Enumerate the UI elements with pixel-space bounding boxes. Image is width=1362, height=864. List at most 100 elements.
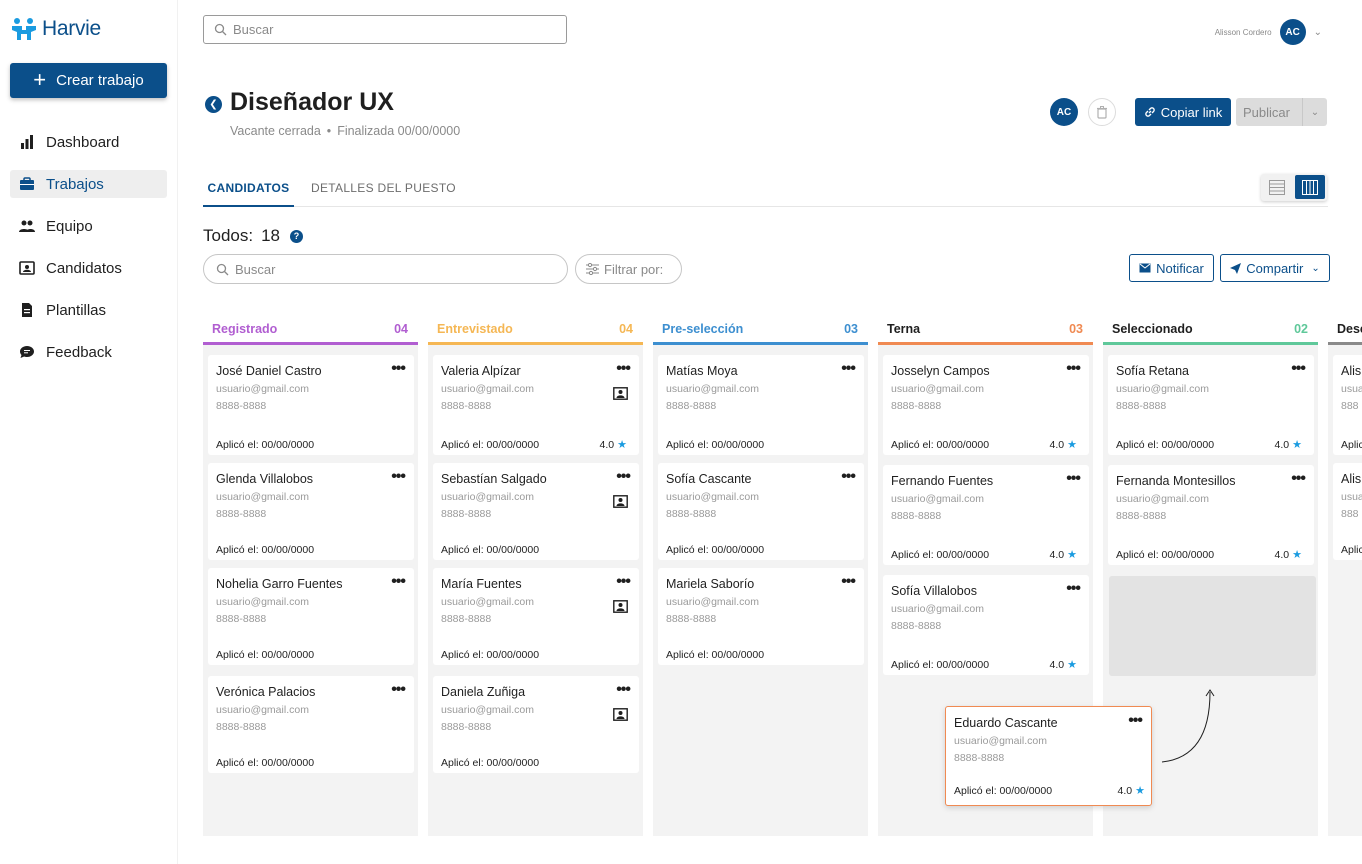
candidate-card[interactable]: Sofía Villalobos ••• usuario@gmail.com 8888… — [883, 575, 1089, 675]
candidate-phone: 8888-8888 — [441, 721, 492, 733]
board-view-button[interactable] — [1295, 175, 1325, 199]
candidate-email: usuario@gmail.com — [1116, 383, 1209, 395]
candidate-phone: 8888-8888 — [1116, 400, 1167, 412]
column-header[interactable]: Registrado 04 — [203, 313, 418, 345]
column-header[interactable]: Pre-selección 03 — [653, 313, 868, 345]
candidate-card[interactable]: Glenda Villalobos ••• usuario@gmail.com 888… — [208, 463, 414, 560]
more-options-icon[interactable]: ••• — [391, 468, 406, 486]
candidate-email: usuario@gmail.com — [954, 735, 1047, 747]
candidate-email: usuario@gmail.com — [891, 603, 984, 615]
sidebar-item-trabajos[interactable]: Trabajos — [10, 170, 167, 198]
more-options-icon[interactable]: ••• — [1291, 360, 1306, 378]
more-options-icon[interactable]: ••• — [616, 681, 631, 699]
more-options-icon[interactable]: ••• — [1066, 580, 1081, 598]
more-options-icon[interactable]: ••• — [616, 573, 631, 591]
more-options-icon[interactable]: ••• — [616, 468, 631, 486]
more-options-icon[interactable]: ••• — [1066, 360, 1081, 378]
candidate-card[interactable]: Matías Moya ••• usuario@gmail.com 8888-8888… — [658, 355, 864, 455]
candidate-card[interactable]: Sofía Retana ••• usuario@gmail.com 8888-888… — [1108, 355, 1314, 455]
tab-candidatos[interactable]: CANDIDATOS — [203, 176, 294, 207]
more-options-icon[interactable]: ••• — [1291, 470, 1306, 488]
more-options-icon[interactable]: ••• — [391, 681, 406, 699]
resume-icon[interactable] — [613, 600, 628, 613]
candidate-card[interactable]: Alis•••usua888Aplic — [1333, 463, 1362, 560]
chevron-down-icon[interactable]: ⌄ — [1303, 107, 1327, 118]
list-view-icon[interactable] — [1269, 180, 1285, 195]
candidate-phone: 8888-8888 — [441, 400, 492, 412]
help-icon[interactable]: ? — [290, 229, 304, 243]
column-header[interactable]: Entrevistado 04 — [428, 313, 643, 345]
column-count: 02 — [1294, 322, 1308, 336]
candidate-card[interactable]: Valeria Alpízar ••• usuario@gmail.com 8888-… — [433, 355, 639, 455]
sidebar-item-feedback[interactable]: Feedback — [10, 338, 167, 366]
candidate-card[interactable]: Fernanda Montesillos ••• usuario@gmail.com… — [1108, 465, 1314, 565]
candidate-applied-date: Aplicó el: 00/00/0000 — [891, 659, 990, 671]
create-job-button[interactable]: + Crear trabajo — [10, 63, 167, 98]
copy-link-button[interactable]: Copiar link — [1135, 98, 1231, 126]
user-name: Alisson Cordero — [1214, 27, 1272, 37]
more-options-icon[interactable]: ••• — [1066, 470, 1081, 488]
sidebar-item-dashboard[interactable]: Dashboard — [10, 128, 167, 156]
candidate-card[interactable]: Josselyn Campos ••• usuario@gmail.com 8888-… — [883, 355, 1089, 455]
count-label: Todos: — [203, 226, 254, 245]
sidebar-item-equipo[interactable]: Equipo — [10, 212, 167, 240]
candidate-card[interactable]: Mariela Saborío ••• usuario@gmail.com 8888-… — [658, 568, 864, 665]
resume-icon[interactable] — [613, 387, 628, 400]
tab-detalles[interactable]: DETALLES DEL PUESTO — [311, 176, 456, 207]
more-options-icon[interactable]: ••• — [1128, 712, 1143, 730]
search-placeholder: Buscar — [233, 22, 274, 37]
candidate-card[interactable]: María Fuentes ••• usuario@gmail.com 8888-88… — [433, 568, 639, 665]
sidebar-item-plantillas[interactable]: Plantillas — [10, 296, 167, 324]
resume-icon[interactable] — [613, 708, 628, 721]
candidate-rating: 4.0 ★ — [1050, 548, 1077, 562]
candidate-card[interactable]: Nohelia Garro Fuentes ••• usuario@gmail.co… — [208, 568, 414, 665]
candidate-card[interactable]: Daniela Zuñiga ••• usuario@gmail.com 8888-8… — [433, 676, 639, 773]
column-header[interactable]: Desc — [1328, 313, 1362, 345]
publish-button[interactable]: Publicar ⌄ — [1236, 98, 1327, 126]
resume-icon[interactable] — [613, 495, 628, 508]
harvie-logo[interactable]: Harvie — [10, 17, 101, 41]
more-options-icon[interactable]: ••• — [841, 468, 856, 486]
candidate-email: usuario@gmail.com — [666, 596, 759, 608]
create-job-label: Crear trabajo — [56, 72, 144, 89]
candidate-applied-date: Aplicó el: 00/00/0000 — [441, 649, 540, 661]
candidate-card[interactable]: José Daniel Castro ••• usuario@gmail.com 88… — [208, 355, 414, 455]
candidate-card[interactable]: Verónica Palacios ••• usuario@gmail.com 888… — [208, 676, 414, 773]
share-button[interactable]: Compartir ⌄ — [1220, 254, 1330, 282]
more-options-icon[interactable]: ••• — [841, 360, 856, 378]
candidate-email: usuario@gmail.com — [441, 704, 534, 716]
candidate-search-input[interactable]: Buscar — [203, 254, 568, 284]
candidate-card[interactable]: Alis•••usua888Aplic — [1333, 355, 1362, 455]
more-options-icon[interactable]: ••• — [841, 573, 856, 591]
sidebar-item-candidatos[interactable]: Candidatos — [10, 254, 167, 282]
global-search-input[interactable]: Buscar — [203, 15, 567, 44]
more-options-icon[interactable]: ••• — [391, 360, 406, 378]
candidate-name: Nohelia Garro Fuentes — [216, 577, 343, 591]
sidebar-item-label: Dashboard — [46, 133, 120, 151]
column-header[interactable]: Seleccionado 02 — [1103, 313, 1318, 345]
job-finished-date: Finalizada 00/00/0000 — [337, 124, 461, 138]
share-label: Compartir — [1246, 260, 1304, 276]
candidate-phone: 8888-8888 — [216, 613, 267, 625]
candidate-card[interactable]: Sofía Cascante ••• usuario@gmail.com 8888-8… — [658, 463, 864, 560]
back-button[interactable]: ❮ — [205, 96, 222, 113]
dragging-candidate-card[interactable]: Eduardo Cascante ••• usuario@gmail.com 8… — [945, 706, 1152, 806]
rating-value: 4.0 — [1049, 438, 1065, 451]
candidate-name: Mariela Saborío — [666, 577, 755, 591]
candidate-card[interactable]: Fernando Fuentes ••• usuario@gmail.com 8888… — [883, 465, 1089, 565]
job-owner-avatar[interactable]: AC — [1050, 98, 1078, 126]
column-header[interactable]: Terna 03 — [878, 313, 1093, 345]
delete-button[interactable] — [1088, 98, 1116, 126]
notify-button[interactable]: Notificar — [1129, 254, 1214, 282]
filter-button[interactable]: Filtrar por: — [575, 254, 682, 284]
more-options-icon[interactable]: ••• — [391, 573, 406, 591]
candidate-count: Todos: 18 ? — [203, 226, 304, 246]
more-options-icon[interactable]: ••• — [616, 360, 631, 378]
candidate-applied-date: Aplicó el: 00/00/0000 — [216, 544, 315, 556]
candidate-rating: 4.0 ★ — [600, 438, 627, 452]
rating-value: 4.0 — [1049, 658, 1065, 671]
user-menu[interactable]: Alisson Cordero AC ⌄ — [1215, 19, 1322, 45]
team-icon — [19, 220, 35, 232]
candidate-card[interactable]: Sebastían Salgado ••• usuario@gmail.com 888… — [433, 463, 639, 560]
candidate-name: Alis — [1341, 472, 1362, 486]
